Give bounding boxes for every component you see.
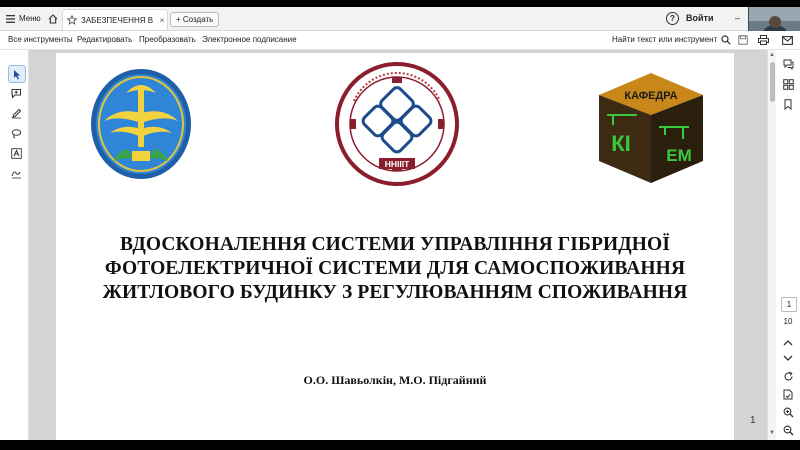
all-tools-menu[interactable]: Все инструменты	[8, 34, 73, 46]
create-label: Создать	[182, 15, 214, 24]
signature-icon	[11, 168, 22, 179]
edit-menu[interactable]: Редактировать	[77, 34, 132, 46]
scroll-up-icon[interactable]: ▲	[769, 52, 775, 58]
next-page-icon[interactable]	[782, 352, 794, 364]
zoom-in-icon[interactable]	[782, 406, 794, 418]
scroll-down-icon[interactable]: ▼	[769, 430, 775, 436]
comment-tool[interactable]	[8, 85, 24, 101]
document-title: ВДОСКОНАЛЕННЯ СИСТЕМИ УПРАВЛІННЯ ГІБРИДН…	[56, 233, 734, 305]
department-cube-logo: КАФЕДРА КІ ЕМ	[593, 69, 709, 187]
sign-in-button[interactable]: Войти	[686, 12, 713, 25]
title-line: ЖИТЛОВОГО БУДИНКУ З РЕГУЛЮВАННЯМ СПОЖИВА…	[102, 282, 688, 303]
current-page-field[interactable]: 1	[781, 297, 797, 312]
rotate-icon[interactable]	[782, 370, 794, 382]
minimize-button[interactable]: –	[735, 12, 740, 25]
svg-text:ННІІІТ: ННІІІТ	[385, 159, 410, 169]
svg-text:ЕМ: ЕМ	[666, 146, 692, 165]
draw-tool[interactable]	[8, 105, 24, 121]
comment-plus-icon	[11, 88, 22, 99]
print-icon[interactable]	[757, 34, 769, 46]
screen-border	[0, 440, 800, 450]
find-tool-label: Найти текст или инструмент	[612, 35, 718, 44]
menu-label: Меню	[19, 14, 41, 23]
right-side-rail: 1 10	[776, 50, 800, 440]
pdf-page: ННІІІТ КАФЕДРА КІ ЕМ ВДОСКОНАЛЕННЯ СИСТЕ…	[56, 53, 756, 440]
sign-tool[interactable]	[8, 165, 24, 181]
create-button[interactable]: + Создать	[170, 12, 220, 27]
menu-button[interactable]: Меню	[6, 11, 41, 26]
page-tools-icon[interactable]	[782, 388, 794, 400]
search-icon	[721, 35, 731, 45]
scrollbar-thumb[interactable]	[770, 62, 775, 102]
save-icon[interactable]	[737, 34, 749, 46]
previous-page-icon[interactable]	[782, 336, 794, 348]
lasso-icon	[11, 128, 22, 139]
text-box-icon	[10, 147, 22, 159]
mail-icon[interactable]	[781, 34, 793, 46]
document-viewer[interactable]: ННІІІТ КАФЕДРА КІ ЕМ ВДОСКОНАЛЕННЯ СИСТЕ…	[29, 50, 767, 440]
plus-icon: +	[176, 15, 181, 24]
organize-pages-icon[interactable]	[782, 78, 794, 90]
bookmark-icon[interactable]	[782, 98, 794, 110]
page-number: 1	[750, 415, 756, 426]
tab-bar: Меню ЗАБЕЗПЕЧЕННЯ ВІ... × + Создать ? Во…	[0, 7, 800, 37]
svg-text:КІ: КІ	[611, 131, 631, 156]
total-pages: 10	[783, 317, 793, 326]
hamburger-icon	[6, 14, 15, 23]
tools-toolbar: Все инструменты Редактировать Преобразов…	[0, 31, 800, 50]
title-line: ВДОСКОНАЛЕННЯ СИСТЕМИ УПРАВЛІННЯ ГІБРИДН…	[119, 234, 671, 255]
find-tool-search[interactable]: Найти текст или инструмент	[612, 34, 731, 46]
document-tab[interactable]: ЗАБЕЗПЕЧЕННЯ ВІ... ×	[62, 9, 168, 30]
e-sign-menu[interactable]: Электронное подписание	[202, 34, 297, 46]
document-authors: О.О. Шавьолкін, М.О. Підгайний	[303, 373, 487, 387]
close-tab-icon[interactable]: ×	[157, 10, 167, 31]
title-line: ФОТОЕЛЕКТРИЧНОЇ СИСТЕМИ ДЛЯ САМОСПОЖИВАН…	[104, 258, 686, 279]
pen-icon	[11, 108, 22, 119]
institute-gear-logo: ННІІІТ	[332, 61, 462, 187]
tab-title: ЗАБЕЗПЕЧЕННЯ ВІ...	[81, 15, 153, 25]
select-tool[interactable]	[8, 65, 26, 83]
help-button[interactable]: ?	[666, 12, 679, 25]
zoom-out-icon[interactable]	[782, 424, 794, 436]
text-tool[interactable]	[8, 145, 24, 161]
home-button[interactable]	[46, 11, 60, 26]
lasso-tool[interactable]	[8, 125, 24, 141]
left-tool-rail	[0, 50, 29, 440]
svg-text:КАФЕДРА: КАФЕДРА	[624, 90, 677, 102]
home-icon	[48, 13, 58, 24]
star-icon[interactable]	[67, 15, 77, 25]
convert-menu[interactable]: Преобразовать	[139, 34, 196, 46]
cursor-icon	[13, 69, 22, 80]
comments-panel-icon[interactable]	[782, 58, 794, 70]
university-emblem-logo	[88, 67, 194, 181]
